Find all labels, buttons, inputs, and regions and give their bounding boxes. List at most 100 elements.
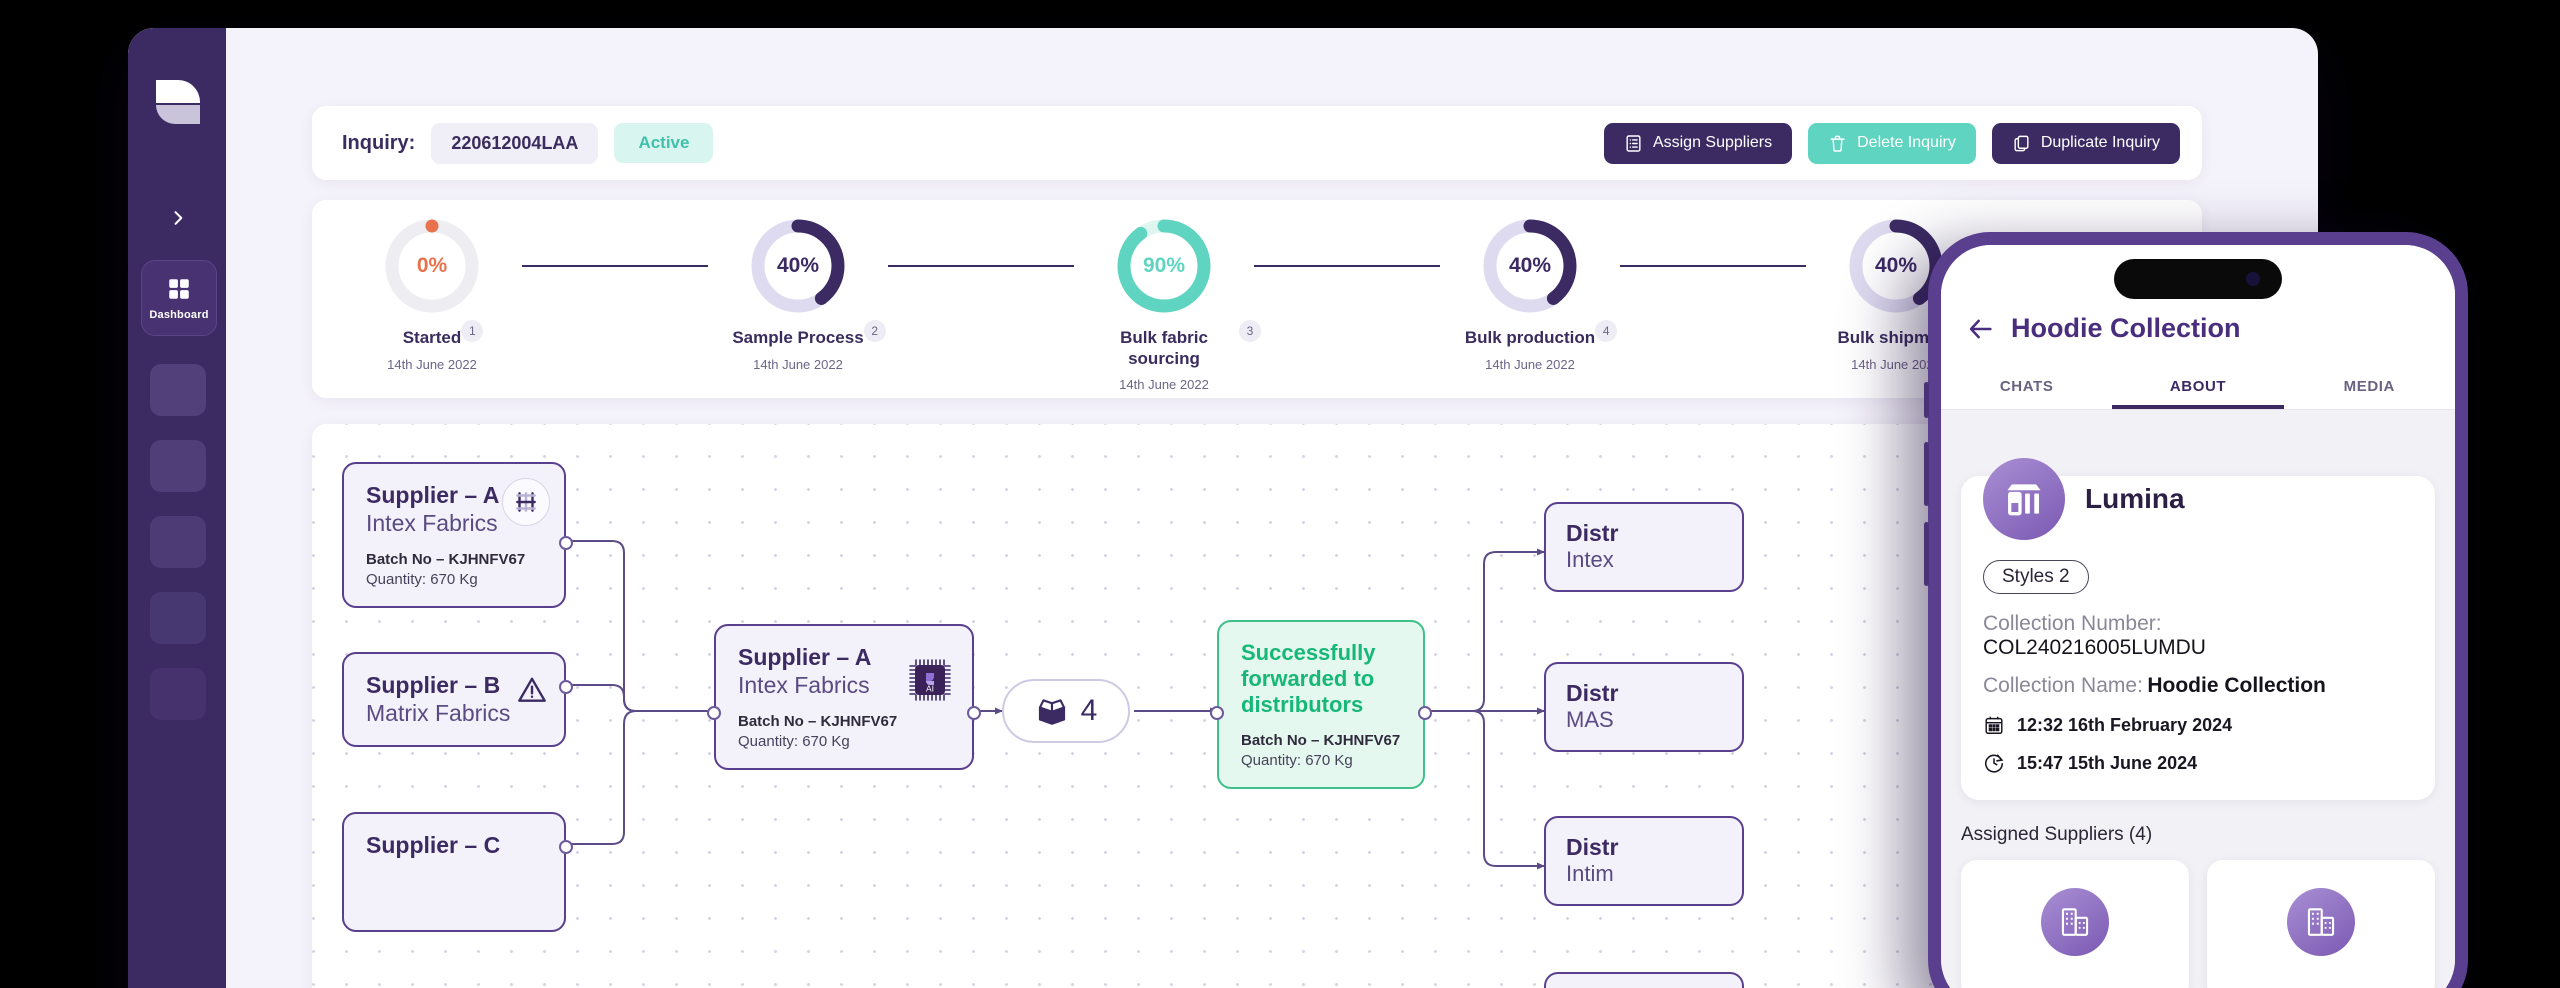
created-date-row: 12:32 16th February 2024	[1983, 714, 2413, 736]
styles-chip: Styles 2	[1983, 560, 2089, 594]
stepper-step-header: Bulk fabric sourcing 3	[1089, 320, 1261, 369]
assign-suppliers-button[interactable]: Assign Suppliers	[1603, 122, 1793, 164]
stepper-step-name: Started	[402, 328, 462, 347]
stepper-step-header: Sample Process 2	[732, 320, 886, 349]
node-title: Supplier – C	[366, 832, 501, 858]
updated-date-row: 15:47 15th June 2024	[1983, 752, 2413, 774]
node-port-out[interactable]	[1418, 706, 1432, 720]
tab-media[interactable]: MEDIA	[2284, 366, 2455, 409]
progress-percent: 90%	[1142, 254, 1186, 277]
trash-icon	[1830, 135, 1845, 152]
sidebar-placeholder-1[interactable]	[150, 364, 206, 416]
progress-stepper: 0% Started 1 14th June 2022 40% Sample Proces…	[312, 200, 2202, 398]
sidebar-item-dashboard[interactable]: Dashboard	[141, 260, 217, 336]
grid-icon	[169, 278, 189, 299]
node-port-out[interactable]	[967, 706, 981, 720]
stepper-step[interactable]: 0% Started 1 14th June 2022	[342, 218, 522, 372]
node-supplier-a-left[interactable]: Supplier – A Intex Fabrics Batch No – KJ…	[342, 462, 573, 609]
stepper-step[interactable]: 90% Bulk fabric sourcing 3 14th June 2022	[1074, 218, 1261, 392]
node-port-in[interactable]	[1210, 706, 1224, 720]
stepper-step-index: 1	[461, 320, 484, 342]
app-logo[interactable]	[156, 80, 200, 124]
collection-name-label: Collection Name:	[1983, 674, 2143, 697]
progress-percent: 40%	[1508, 254, 1552, 277]
flow-canvas[interactable]: Supplier – A Intex Fabrics Batch No – KJ…	[312, 424, 2202, 988]
chevron-right-icon	[174, 211, 183, 225]
stepper-step-index: 2	[863, 320, 886, 342]
node-distributor-1[interactable]: Distr Intex	[1544, 502, 1744, 592]
phone-mockup: Hoodie Collection CHATS ABOUT MEDIA Lumi…	[1924, 232, 2468, 988]
node-forwarded-success[interactable]: Successfully forwarded to distributors B…	[1210, 620, 1432, 789]
supplier-card-1[interactable]	[1961, 860, 2189, 988]
node-supplier-b-left[interactable]: Supplier – B Matrix Fabrics	[342, 652, 573, 748]
stepper-step-date: 14th June 2022	[753, 356, 843, 372]
node-distributor-2[interactable]: Distr MAS	[1544, 662, 1744, 752]
open-box-icon	[1038, 699, 1065, 725]
node-port-in[interactable]	[707, 706, 721, 720]
inquiry-label: Inquiry:	[342, 131, 416, 154]
stepper-step-date: 14th June 2022	[1485, 356, 1575, 372]
collection-card: Lumina Styles 2 Collection Number: COL24…	[1961, 458, 2435, 800]
node-title: Successfully forwarded to distributors	[1241, 640, 1376, 717]
list-icon	[1626, 134, 1641, 152]
progress-percent: 0%	[416, 254, 448, 277]
stepper-connector	[888, 265, 1074, 267]
created-date-text: 12:32 16th February 2024	[2017, 714, 2233, 735]
sidebar-expand-button[interactable]	[156, 196, 200, 240]
node-batch: Batch No – KJHNFV67	[366, 551, 526, 569]
phone-volume-down-button[interactable]	[1924, 522, 1929, 586]
avatar	[1983, 458, 2065, 540]
stepper-step-index: 4	[1595, 320, 1618, 342]
updated-date-text: 15:47 15th June 2024	[2017, 752, 2198, 773]
assigned-suppliers-grid	[1961, 860, 2435, 988]
phone-volume-up-button[interactable]	[1924, 442, 1929, 506]
delete-inquiry-button[interactable]: Delete Inquiry	[1808, 122, 1976, 164]
inquiry-actions: Assign Suppliers Delete Inquiry Duplicat…	[1603, 122, 2180, 164]
node-distributor-4[interactable]: Distr	[1544, 972, 1744, 988]
node-distributor-3[interactable]: Distr Intim	[1544, 816, 1744, 906]
node-subtitle: Intim	[1566, 861, 1614, 887]
logo-shape-bottom	[156, 105, 200, 124]
sidebar-placeholder-2[interactable]	[150, 440, 206, 492]
supplier-card-2[interactable]	[2207, 860, 2435, 988]
sidebar-placeholder-4[interactable]	[150, 592, 206, 644]
duplicate-inquiry-button[interactable]: Duplicate Inquiry	[1991, 122, 2180, 164]
inquiry-toolbar: Inquiry: 220612004LAA Active Assign Supp…	[312, 106, 2202, 180]
calendar-icon	[1985, 716, 2003, 734]
node-supplier-a-mid[interactable]: Supplier – A Intex Fabrics Batch No – KJ…	[707, 624, 981, 771]
progress-ring: 0%	[384, 218, 480, 314]
node-supplier-c-left[interactable]: Supplier – C	[342, 812, 573, 932]
node-batch: Batch No – KJHNFV67	[738, 713, 898, 731]
copy-icon	[2014, 135, 2029, 151]
package-count-pill[interactable]: 4	[1002, 679, 1130, 743]
stepper-connector	[522, 265, 708, 267]
logo-shape-top	[156, 80, 200, 103]
node-port-out[interactable]	[559, 536, 573, 550]
progress-ring: 90%	[1116, 218, 1212, 314]
stepper-step-date: 14th June 2022	[387, 356, 477, 372]
node-title: Distr	[1566, 680, 1619, 706]
progress-ring: 40%	[750, 218, 846, 314]
sidebar-placeholder-5[interactable]	[150, 668, 206, 720]
duplicate-inquiry-label: Duplicate Inquiry	[2040, 134, 2160, 151]
sidebar-placeholder-3[interactable]	[150, 516, 206, 568]
tab-about[interactable]: ABOUT	[2112, 366, 2283, 409]
screenshot-root: Dashboard Inquiry: 220612004LAA Active A…	[0, 0, 2560, 988]
phone-title-row: Hoodie Collection	[1941, 313, 2455, 344]
phone-body: Lumina Styles 2 Collection Number: COL24…	[1941, 410, 2455, 988]
stepper-step[interactable]: 40% Bulk production 4 14th June 2022	[1440, 218, 1620, 372]
phone-mute-switch[interactable]	[1924, 382, 1929, 418]
inquiry-code[interactable]: 220612004LAA	[431, 122, 599, 164]
collection-number-label: Collection Number:	[1983, 612, 2162, 635]
collection-number-value: COL240216005LUMDU	[1983, 636, 2206, 659]
fabric-weave-icon	[502, 478, 550, 526]
node-port-out[interactable]	[559, 680, 573, 694]
node-port-out[interactable]	[559, 840, 573, 854]
tab-chats[interactable]: CHATS	[1941, 366, 2112, 409]
stepper-step-header: Bulk production 4	[1465, 320, 1618, 349]
collection-name-value: Hoodie Collection	[2147, 674, 2326, 697]
back-button[interactable]	[1967, 315, 1995, 343]
stepper-step[interactable]: 40% Sample Process 2 14th June 2022	[708, 218, 888, 372]
node-title: Distr	[1566, 520, 1619, 546]
svg-text:AI: AI	[926, 684, 934, 694]
